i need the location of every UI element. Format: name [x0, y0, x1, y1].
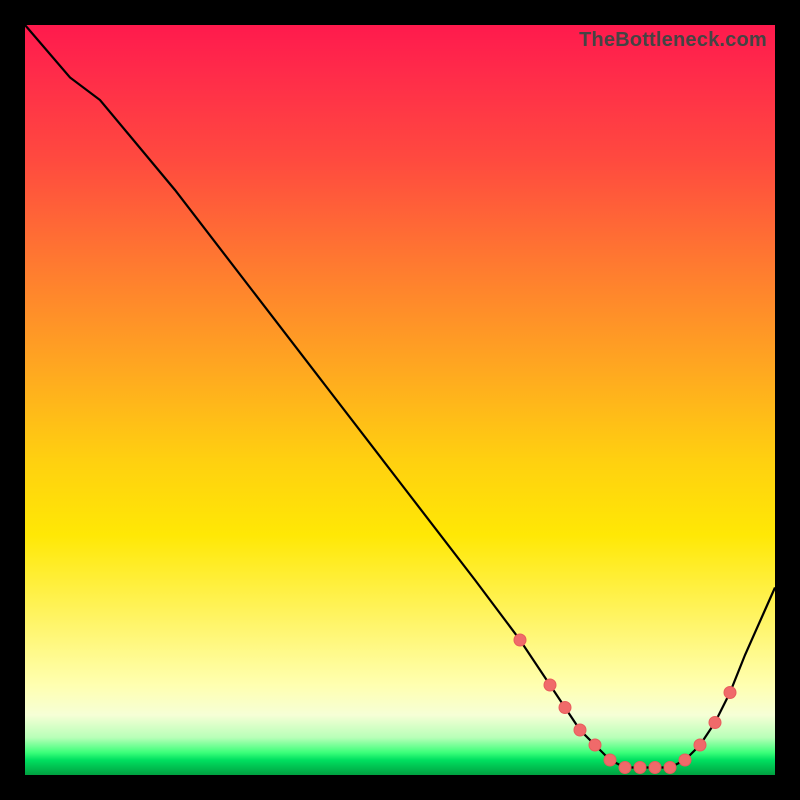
curve-marker — [649, 762, 661, 774]
curve-marker — [589, 739, 601, 751]
curve-marker — [544, 679, 556, 691]
bottleneck-curve-path — [25, 25, 775, 768]
plot-area: TheBottleneck.com — [25, 25, 775, 775]
curve-marker — [709, 717, 721, 729]
curve-marker — [724, 687, 736, 699]
chart-frame: TheBottleneck.com — [0, 0, 800, 800]
curve-marker — [574, 724, 586, 736]
curve-marker — [619, 762, 631, 774]
curve-marker — [679, 754, 691, 766]
curve-marker — [664, 762, 676, 774]
curve-marker — [604, 754, 616, 766]
bottleneck-curve-svg — [25, 25, 775, 775]
curve-marker — [559, 702, 571, 714]
curve-markers — [514, 634, 736, 774]
curve-marker — [514, 634, 526, 646]
curve-marker — [694, 739, 706, 751]
curve-marker — [634, 762, 646, 774]
